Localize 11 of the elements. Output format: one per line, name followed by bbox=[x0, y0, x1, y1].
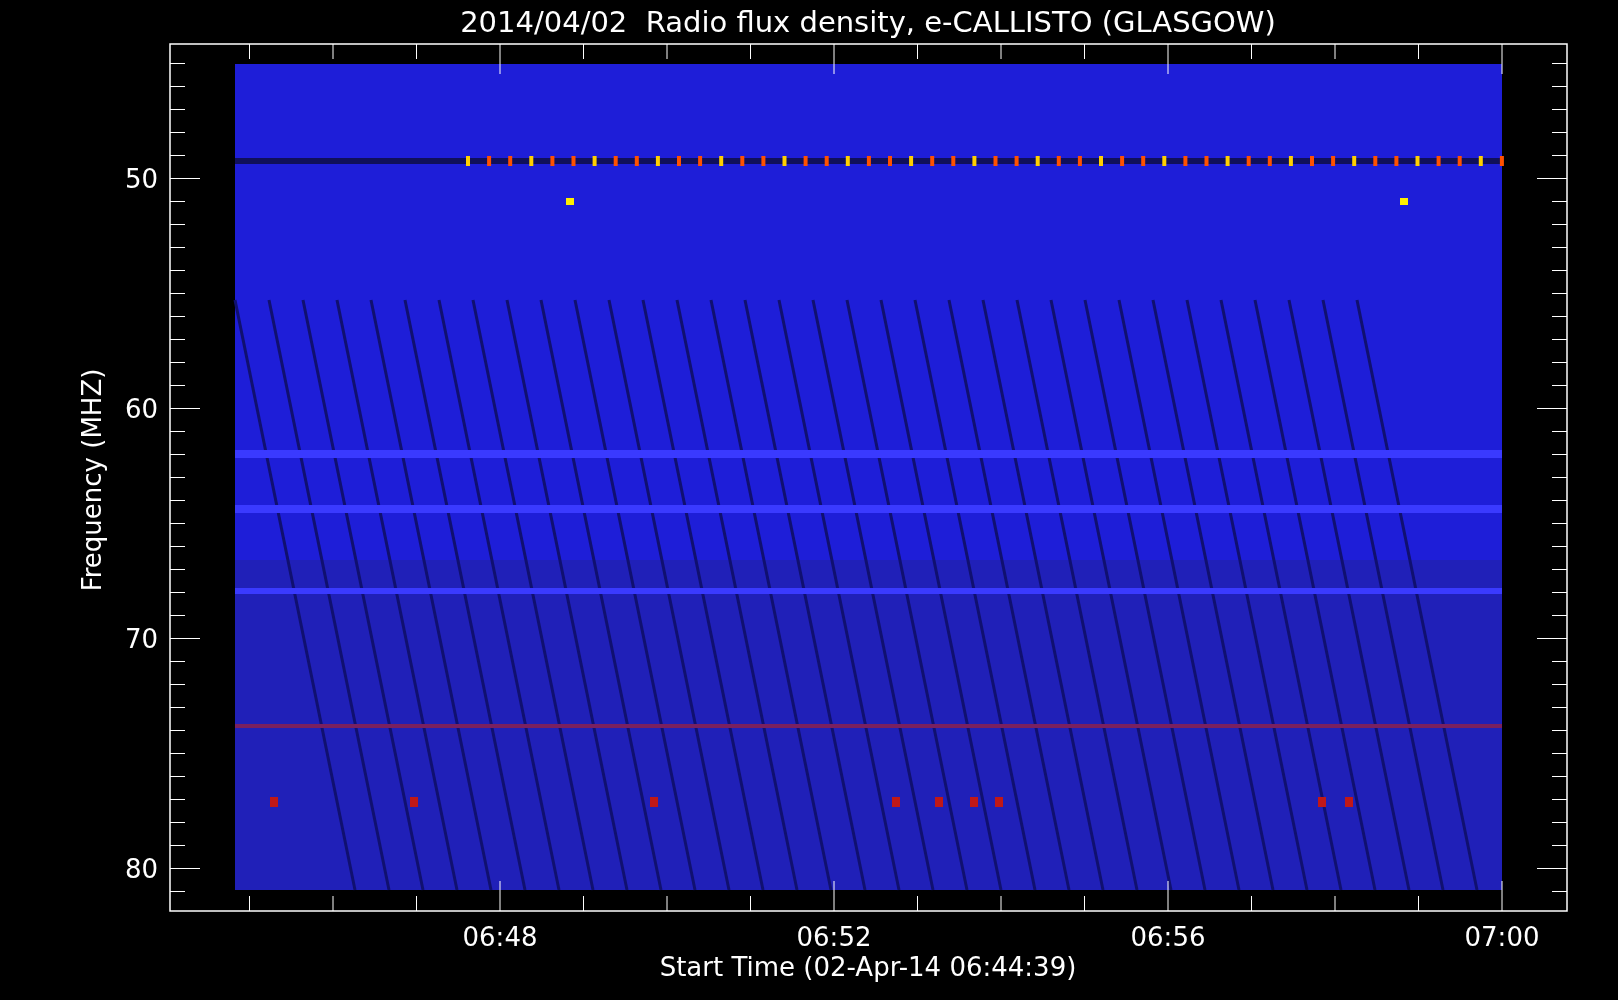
chart-title: 2014/04/02 Radio flux density, e-CALLISTO (GLASGOW) bbox=[460, 5, 1276, 39]
y-tick-label: 60 bbox=[124, 394, 158, 424]
x-axis-label: Start Time (02-Apr-14 06:44:39) bbox=[659, 952, 1077, 982]
x-tick-label: 06:52 bbox=[796, 922, 872, 952]
y-tick-label: 70 bbox=[124, 624, 158, 654]
y-tick-label: 80 bbox=[124, 854, 158, 884]
x-tick-label: 07:00 bbox=[1464, 922, 1540, 952]
y-tick-label: 50 bbox=[124, 164, 158, 194]
x-tick-label: 06:56 bbox=[1130, 922, 1206, 952]
y-axis-label: Frequency (MHZ) bbox=[77, 368, 107, 592]
x-tick-label: 06:48 bbox=[462, 922, 538, 952]
